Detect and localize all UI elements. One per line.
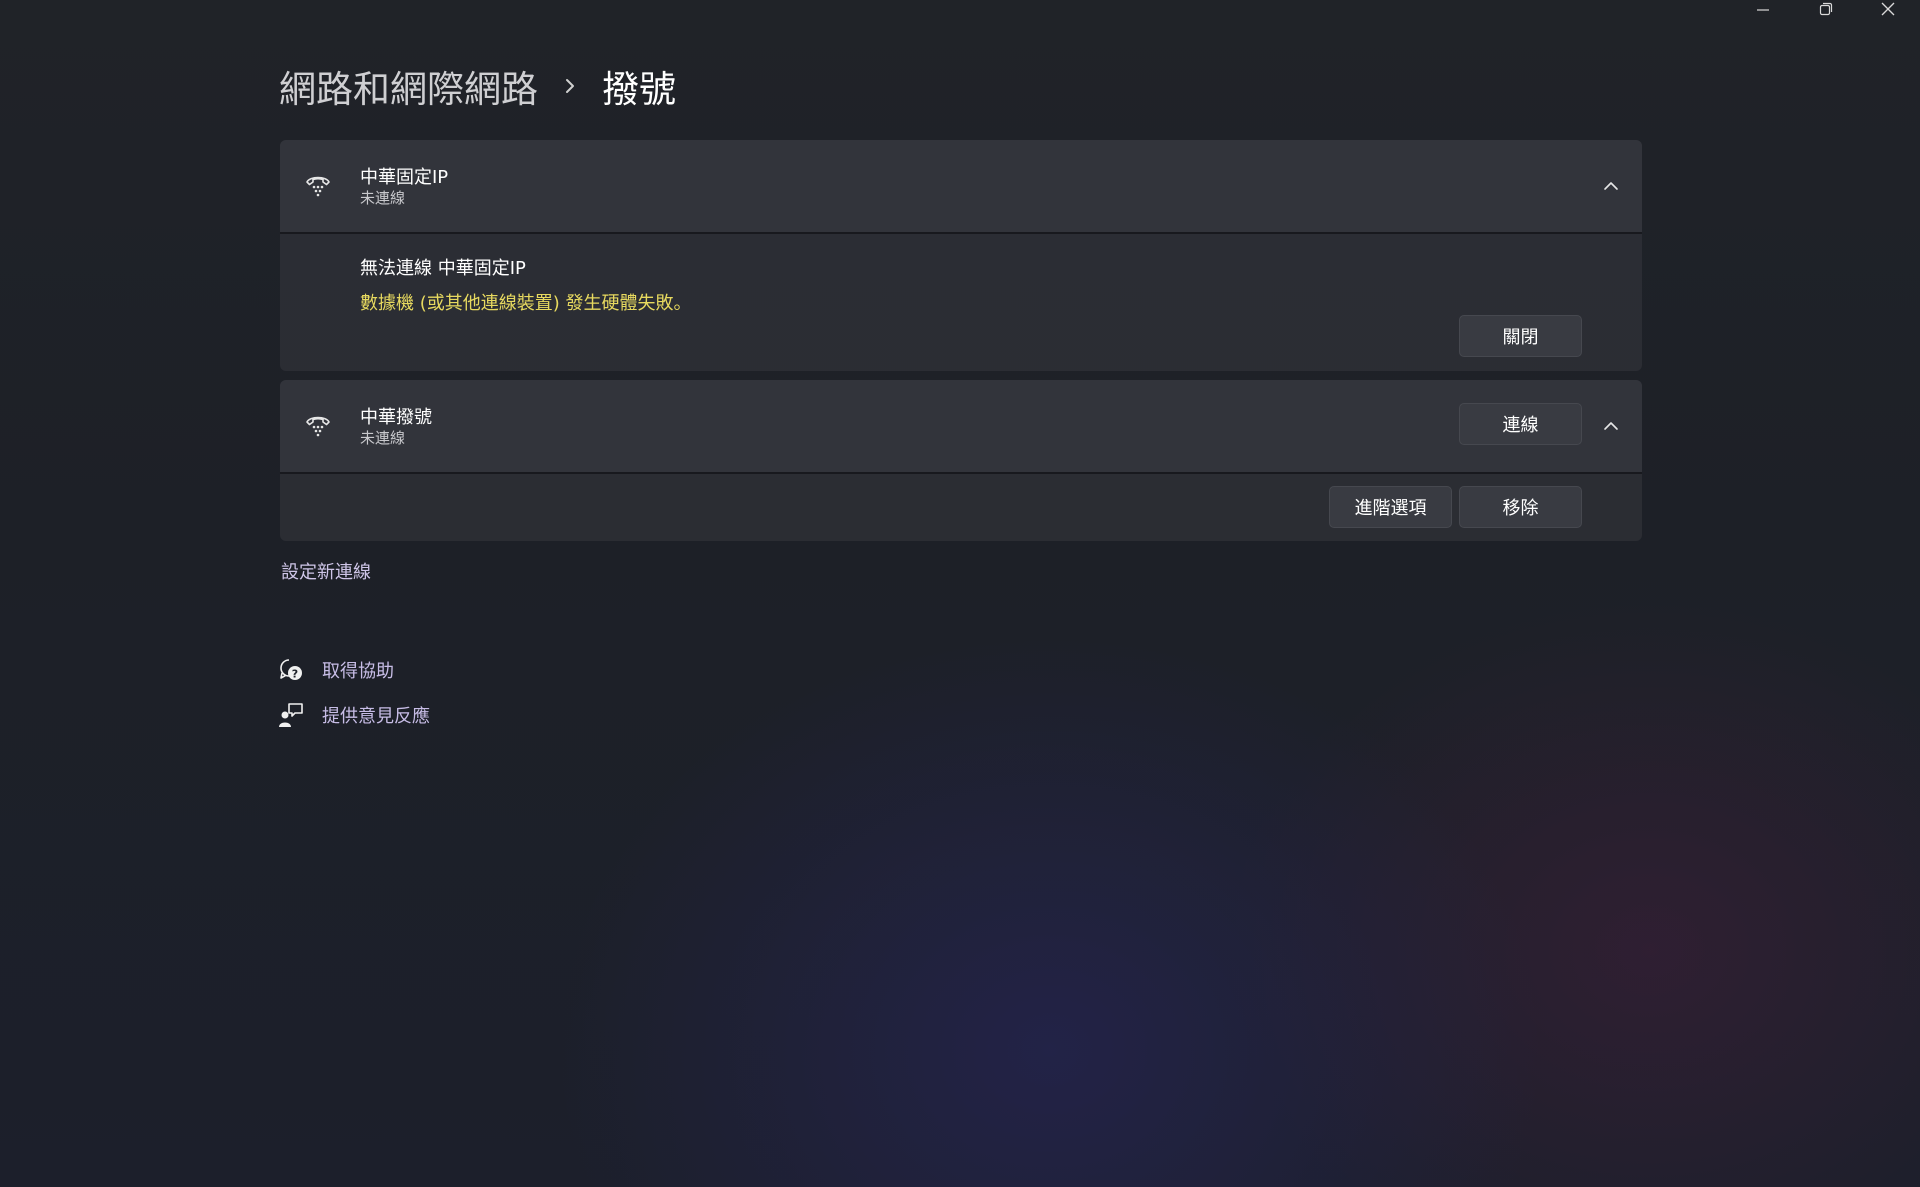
connection-name: 中華固定IP [360, 167, 449, 188]
chevron-right-icon [562, 76, 578, 96]
connection-name: 中華撥號 [360, 407, 432, 428]
minimize-button[interactable] [1748, 0, 1778, 18]
dialup-phone-icon [304, 412, 332, 442]
restore-button[interactable] [1811, 0, 1841, 18]
breadcrumb: 網路和網際網路 撥號 [279, 59, 676, 113]
svg-text:?: ? [292, 668, 298, 681]
connection-error-panel: 無法連線 中華固定IP 數據機 (或其他連線裝置) 發生硬體失敗。 關閉 [280, 234, 1642, 371]
error-title: 無法連線 中華固定IP [360, 258, 526, 279]
connection-options-panel: 進階選項 移除 [280, 474, 1642, 541]
restore-icon [1819, 2, 1833, 16]
breadcrumb-parent[interactable]: 網路和網際網路 [279, 59, 538, 113]
connection-header-1[interactable]: 中華固定IP 未連線 [280, 140, 1642, 234]
advanced-options-button[interactable]: 進階選項 [1329, 486, 1452, 528]
feedback-link[interactable]: 提供意見反應 [278, 700, 430, 730]
setup-new-connection-link[interactable]: 設定新連線 [281, 558, 371, 584]
feedback-icon [278, 702, 304, 728]
chevron-up-icon[interactable] [1598, 175, 1624, 197]
get-help-label: 取得協助 [322, 661, 394, 682]
dialup-phone-icon [304, 172, 332, 202]
error-message: 數據機 (或其他連線裝置) 發生硬體失敗。 [360, 293, 692, 314]
connection-card-1: 中華固定IP 未連線 無法連線 中華固定IP 數據機 (或其他連線裝置) 發生硬… [280, 140, 1642, 371]
connection-card-2: 中華撥號 未連線 連線 進階選項 移除 [280, 380, 1642, 541]
chevron-up-icon[interactable] [1598, 415, 1624, 437]
connection-status: 未連線 [360, 429, 406, 447]
connect-button[interactable]: 連線 [1459, 403, 1582, 445]
close-icon [1881, 2, 1895, 16]
close-button[interactable] [1873, 0, 1903, 18]
connection-status: 未連線 [360, 189, 406, 207]
close-error-button[interactable]: 關閉 [1459, 315, 1582, 357]
page-title: 撥號 [602, 68, 676, 111]
minimize-icon [1757, 9, 1769, 11]
remove-button[interactable]: 移除 [1459, 486, 1582, 528]
connection-header-2[interactable]: 中華撥號 未連線 連線 [280, 380, 1642, 474]
get-help-icon: ? [278, 657, 304, 683]
get-help-link[interactable]: ? 取得協助 [278, 655, 394, 685]
feedback-label: 提供意見反應 [322, 706, 430, 727]
